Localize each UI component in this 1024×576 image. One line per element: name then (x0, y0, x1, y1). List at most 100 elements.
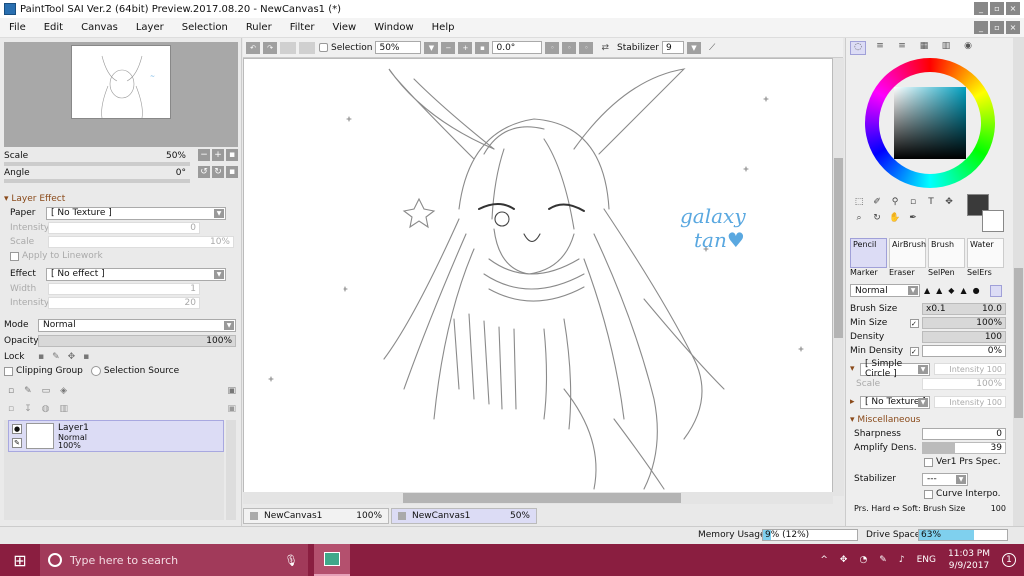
sai-taskbar-icon[interactable] (314, 544, 350, 576)
brush-airbrush[interactable]: AirBrush (889, 238, 926, 268)
rotate-left-button[interactable]: ↺ (198, 166, 210, 178)
menu-edit[interactable]: Edit (35, 22, 72, 33)
layer-effect-header[interactable]: ▾ Layer Effect (4, 192, 238, 206)
ver1-checkbox[interactable] (924, 457, 933, 467)
merge-icon[interactable]: ▫ (8, 404, 14, 418)
pen-icon[interactable]: ✎ (12, 438, 22, 448)
rotate-icon[interactable]: ↻ (868, 210, 886, 226)
brush-selpen-label[interactable]: SelPen (928, 268, 965, 277)
secondary-color-swatch[interactable] (982, 210, 1004, 232)
apply-linework-checkbox[interactable] (10, 251, 19, 261)
navigator-preview[interactable]: ~ (4, 42, 238, 147)
effect-dropdown[interactable]: [ No effect ] ▼ (46, 267, 226, 281)
canvas-vertical-scrollbar[interactable] (833, 58, 844, 496)
brush-blend-dropdown[interactable]: Normal ▼ (850, 284, 920, 297)
drawing-canvas[interactable]: galaxy tan♥ (243, 58, 833, 496)
move-icon[interactable]: ✥ (940, 194, 958, 210)
layer-menu-icon[interactable]: ▣ (227, 386, 236, 400)
taskbar-search[interactable]: Type here to search 🎙 (40, 544, 308, 576)
brush-pencil[interactable]: Pencil (850, 238, 887, 268)
scratchpad-tab-icon[interactable]: ◉ (960, 41, 976, 55)
redo-icon[interactable]: ↷ (263, 41, 277, 54)
menu-filter[interactable]: Filter (281, 22, 324, 33)
right-panel-scrollbar[interactable] (1013, 38, 1024, 526)
menu-help[interactable]: Help (423, 22, 464, 33)
expand-arrow-icon[interactable]: ▾ (850, 364, 860, 374)
doc-minimize-button[interactable]: _ (974, 21, 988, 34)
menu-view[interactable]: View (323, 22, 365, 33)
wifi-icon[interactable]: ◔ (859, 555, 867, 565)
brush-eraser-label[interactable]: Eraser (889, 268, 926, 277)
windows-start-icon[interactable]: ⊞ (0, 544, 40, 576)
pen-icon[interactable]: ✎ (879, 555, 887, 565)
clear-icon[interactable]: ◍ (42, 404, 50, 418)
delete-layer-icon[interactable]: ▥ (60, 404, 69, 418)
hsv-slider-tab-icon[interactable]: ≡ (894, 41, 910, 55)
min-density-slider[interactable]: 0% (922, 345, 1006, 357)
color-wheel[interactable] (865, 58, 995, 188)
brush-tip-square-icon[interactable] (989, 284, 1002, 297)
blend-mode-dropdown[interactable]: Normal ▼ (38, 318, 236, 332)
color-wheel-tab-icon[interactable]: ◌ (850, 41, 866, 55)
eye-icon[interactable]: ● (12, 424, 22, 434)
paper-scale-field[interactable]: 10% (48, 236, 234, 248)
selection-source-radio[interactable] (90, 366, 101, 376)
zoom-reset-button[interactable]: ▪ (226, 149, 238, 161)
pen-pressure-icon[interactable]: ⟋ (709, 43, 715, 53)
microphone-icon[interactable]: 🎙 (284, 554, 298, 567)
misc-arrow-icon[interactable]: ▾ (850, 415, 857, 425)
deselect-icon[interactable] (280, 41, 296, 54)
angle-slider[interactable] (4, 179, 190, 183)
menu-ruler[interactable]: Ruler (237, 22, 281, 33)
min-size-slider[interactable]: 100% (922, 317, 1006, 329)
apply-linework-row[interactable]: Apply to Linework (4, 249, 238, 263)
menu-selection[interactable]: Selection (173, 22, 237, 33)
curve-interpo-checkbox[interactable] (924, 489, 933, 499)
rotate-reset-icon[interactable]: ◦ (579, 41, 594, 54)
zoom-dropdown-arrow-icon[interactable]: ▼ (424, 41, 439, 54)
brush-brush[interactable]: Brush (928, 238, 965, 268)
brush-tip-icons[interactable]: ▲▲◆▲● (924, 286, 986, 295)
effect-width-field[interactable]: 1 (48, 283, 200, 295)
angle-input[interactable]: 0.0° (492, 41, 543, 54)
eyedropper-icon[interactable]: ✒ (904, 210, 922, 226)
rgb-slider-tab-icon[interactable]: ≡ (872, 41, 888, 55)
flip-icon[interactable]: ⇄ (601, 43, 609, 53)
zoom-icon[interactable]: ⌕ (850, 210, 868, 226)
menu-canvas[interactable]: Canvas (72, 22, 127, 33)
vertical-scroll-thumb[interactable] (834, 158, 843, 338)
doc-tab-2[interactable]: NewCanvas1 50% (391, 508, 537, 524)
opacity-slider[interactable]: 100% (38, 335, 236, 347)
menu-window[interactable]: Window (365, 22, 422, 33)
selection-checkbox[interactable] (319, 43, 328, 52)
shape-icon[interactable]: ▫ (904, 194, 922, 210)
amplify-slider[interactable]: 39 (922, 442, 1006, 454)
doc-close-button[interactable]: × (1006, 21, 1020, 34)
menu-file[interactable]: File (0, 22, 35, 33)
brush-water[interactable]: Water (967, 238, 1004, 268)
min-density-toggle[interactable]: ✓ (910, 346, 919, 356)
magic-wand-icon[interactable]: ⚲ (886, 194, 904, 210)
canvas-horizontal-scrollbar[interactable] (243, 492, 833, 504)
show-hidden-icons-icon[interactable]: ^ (820, 555, 828, 565)
rotate-ccw-icon[interactable]: ◦ (545, 41, 560, 54)
zoom-dropdown[interactable]: 50% (375, 41, 422, 54)
lock-icons[interactable]: ▪✎✥▪ (38, 352, 97, 362)
paper-dropdown[interactable]: [ No Texture ] ▼ (46, 206, 226, 220)
zoom-fit-icon[interactable]: ▪ (475, 41, 490, 54)
clock[interactable]: 11:03 PM 9/9/2017 (948, 548, 990, 572)
zoom-in-icon[interactable]: + (458, 41, 473, 54)
palette-tab-icon[interactable]: ▦ (916, 41, 932, 55)
close-button[interactable]: × (1006, 2, 1020, 15)
minimize-button[interactable]: _ (974, 2, 988, 15)
brush-texture-dropdown[interactable]: [ No Texture ] ▼ (860, 395, 930, 409)
swatches-tab-icon[interactable]: ▥ (938, 41, 954, 55)
min-size-toggle[interactable]: ✓ (910, 318, 919, 328)
effect-intensity-field[interactable]: 20 (48, 297, 200, 309)
saturation-value-square[interactable] (894, 87, 966, 159)
select-rect-icon[interactable]: ⬚ (850, 194, 868, 210)
brush-shape-intensity[interactable]: Intensity 100 (934, 363, 1006, 375)
expand-arrow-icon[interactable]: ▸ (850, 397, 860, 407)
new-linework-icon[interactable]: ✎ (24, 386, 32, 400)
brush-selers-label[interactable]: SelErs (967, 268, 1004, 277)
